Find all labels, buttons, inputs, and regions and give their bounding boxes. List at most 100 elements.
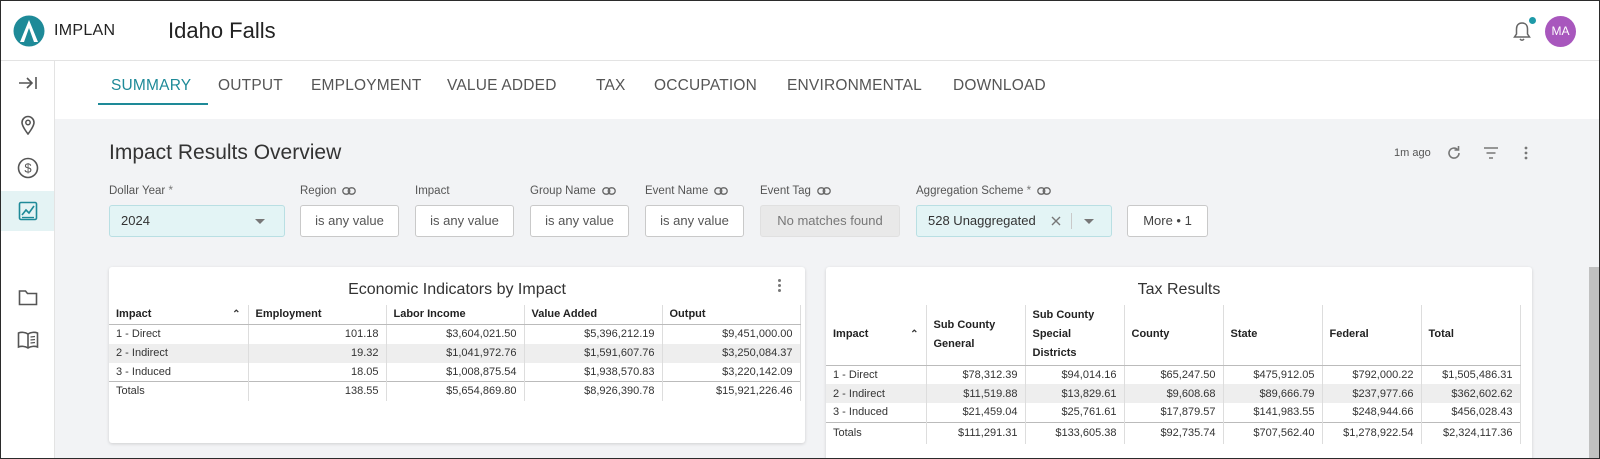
tab-download[interactable]: DOWNLOAD	[953, 77, 1046, 95]
table-cell: $89,666.79	[1223, 384, 1323, 403]
tab-output[interactable]: OUTPUT	[218, 77, 283, 95]
results-tabs: SUMMARY OUTPUT EMPLOYMENT VALUE ADDED TA…	[55, 61, 1599, 119]
tab-employment[interactable]: EMPLOYMENT	[311, 77, 422, 95]
totals-row: Totals 138.55 $5,654,869.80 $8,926,390.7…	[109, 381, 801, 401]
more-filters-button[interactable]: More • 1	[1127, 205, 1208, 237]
table-cell: 3 - Induced	[109, 362, 249, 382]
table-cell: $3,220,142.09	[662, 362, 801, 382]
table-cell: $65,247.50	[1124, 365, 1224, 384]
region-filter[interactable]: is any value	[300, 205, 399, 237]
economic-indicators-table: Impact ⌃ Employment Labor Income Value Ad…	[109, 305, 801, 401]
bell-icon[interactable]	[1512, 21, 1532, 43]
column-header-sub-county-special-districts[interactable]: Sub County Special Districts	[1025, 305, 1125, 366]
table-cell: $78,312.39	[926, 365, 1026, 384]
rail-item-results[interactable]	[1, 191, 54, 231]
dollar-year-value: 2024	[121, 213, 150, 228]
table-cell: 2 - Indirect	[826, 384, 927, 403]
dollar-circle-icon: $	[17, 157, 38, 179]
totals-row: Totals $111,291.31 $133,605.38 $92,735.7…	[826, 421, 1521, 444]
column-header-federal[interactable]: Federal	[1322, 305, 1422, 366]
implan-logo-icon[interactable]	[13, 15, 45, 47]
table-cell: 2 - Indirect	[109, 343, 249, 363]
tab-environmental[interactable]: ENVIRONMENTAL	[787, 77, 922, 95]
clear-icon[interactable]	[1051, 216, 1061, 226]
table-cell: $1,591,607.76	[524, 343, 663, 363]
table-cell: $1,938,570.83	[524, 362, 663, 382]
tab-occupation[interactable]: OCCUPATION	[654, 77, 757, 95]
user-avatar[interactable]: MA	[1545, 16, 1576, 47]
refresh-icon[interactable]	[1445, 144, 1463, 162]
svg-text:$: $	[24, 161, 32, 176]
rail-item-impacts[interactable]: $	[1, 148, 54, 188]
table-cell: $1,008,875.54	[386, 362, 525, 382]
dollar-year-label: Dollar Year *	[109, 185, 173, 197]
rail-item-projects[interactable]	[1, 277, 54, 317]
table-cell: $111,291.31	[926, 421, 1026, 444]
table-cell: $3,604,021.50	[386, 324, 525, 344]
dollar-year-select[interactable]: 2024	[109, 205, 285, 237]
link-icon	[817, 187, 831, 195]
table-row: 2 - Indirect 19.32 $1,041,972.76 $1,591,…	[109, 343, 801, 363]
tab-tax[interactable]: TAX	[596, 77, 626, 95]
sort-ascending-icon[interactable]: ⌃	[232, 305, 240, 324]
filter-icon[interactable]	[1482, 144, 1500, 162]
tax-results-card: Tax Results Impact ⌃ Sub County General S…	[826, 267, 1532, 458]
location-pin-icon	[20, 115, 35, 135]
column-header-employment[interactable]: Employment	[248, 305, 387, 325]
column-header-labor-income[interactable]: Labor Income	[386, 305, 525, 325]
table-row: 3 - Induced 18.05 $1,008,875.54 $1,938,5…	[109, 362, 801, 382]
table-cell: $9,451,000.00	[662, 324, 801, 344]
link-icon	[1037, 187, 1051, 195]
brand-name: IMPLAN	[54, 22, 116, 39]
more-vertical-icon[interactable]	[1517, 144, 1535, 162]
table-cell: $237,977.66	[1322, 384, 1422, 403]
page-scrollbar[interactable]	[1589, 267, 1599, 458]
table-cell: $15,921,226.46	[662, 381, 801, 401]
group-name-label: Group Name	[530, 185, 616, 197]
column-header-impact[interactable]: Impact ⌃	[826, 305, 927, 366]
last-updated-label: 1m ago	[1394, 147, 1431, 159]
tax-results-table: Impact ⌃ Sub County General Sub County Sp…	[826, 305, 1521, 444]
column-header-impact[interactable]: Impact ⌃	[109, 305, 249, 325]
top-bar: IMPLAN Idaho Falls MA	[1, 1, 1599, 61]
event-tag-filter: No matches found	[760, 205, 900, 237]
tab-value-added[interactable]: VALUE ADDED	[447, 77, 557, 95]
column-header-value-added[interactable]: Value Added	[524, 305, 663, 325]
table-cell: $1,505,486.31	[1421, 365, 1521, 384]
chevron-down-icon	[255, 219, 265, 224]
event-name-filter[interactable]: is any value	[645, 205, 744, 237]
arrow-right-to-bar-icon	[18, 77, 37, 89]
rail-item-help[interactable]	[1, 320, 54, 360]
active-tab-indicator	[98, 103, 208, 105]
table-cell: $17,879.57	[1124, 403, 1224, 422]
event-name-label: Event Name	[645, 185, 729, 197]
column-header-sub-county-general[interactable]: Sub County General	[926, 305, 1026, 366]
table-cell: $9,608.68	[1124, 384, 1224, 403]
impact-label: Impact	[415, 185, 450, 197]
table-cell: $3,250,084.37	[662, 343, 801, 363]
link-icon	[601, 187, 616, 195]
table-cell: 101.18	[248, 324, 387, 344]
rail-item-region[interactable]	[1, 105, 54, 145]
table-cell: $25,761.61	[1025, 403, 1125, 422]
sort-ascending-icon[interactable]: ⌃	[910, 325, 918, 344]
table-cell: $21,459.04	[926, 403, 1026, 422]
column-header-output[interactable]: Output	[662, 305, 801, 325]
column-header-total[interactable]: Total	[1421, 305, 1521, 366]
aggregation-scheme-select[interactable]: 528 Unaggregated	[916, 205, 1112, 237]
tab-summary[interactable]: SUMMARY	[111, 77, 191, 95]
table-cell: $1,041,972.76	[386, 343, 525, 363]
impact-filter[interactable]: is any value	[415, 205, 514, 237]
select-divider	[1071, 213, 1072, 229]
table-cell: $8,926,390.78	[524, 381, 663, 401]
table-cell: $5,396,212.19	[524, 324, 663, 344]
column-header-county[interactable]: County	[1124, 305, 1224, 366]
table-cell: $456,028.43	[1421, 403, 1521, 422]
group-name-filter[interactable]: is any value	[530, 205, 629, 237]
column-header-state[interactable]: State	[1223, 305, 1323, 366]
region-label: Region	[300, 185, 357, 197]
notification-badge	[1529, 17, 1536, 24]
table-cell: $13,829.61	[1025, 384, 1125, 403]
card-menu-icon[interactable]	[778, 279, 782, 294]
rail-item-expand[interactable]	[1, 63, 54, 103]
